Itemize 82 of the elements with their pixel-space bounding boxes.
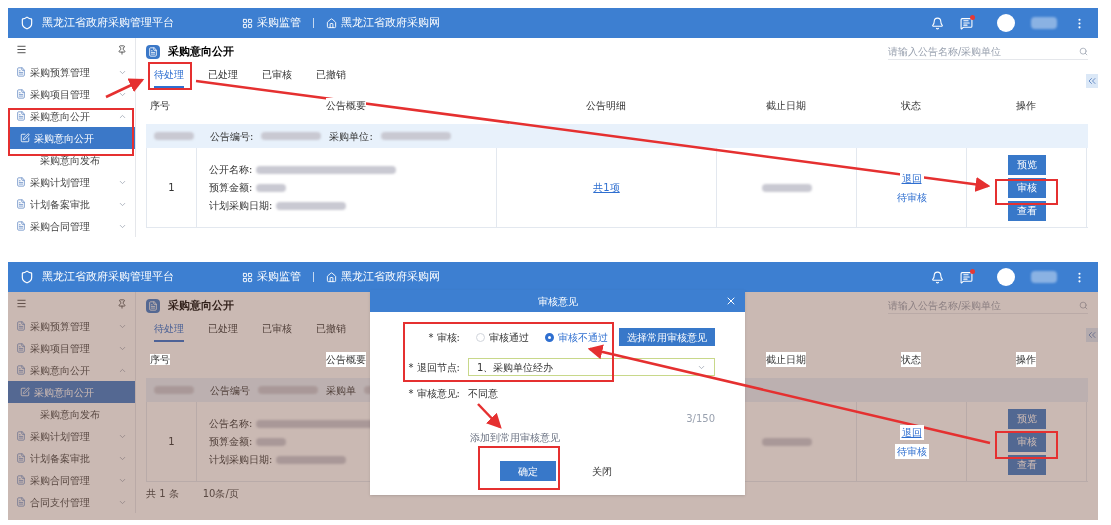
action-button[interactable]: 预览 [1007,408,1046,429]
row-number: 1 [168,181,175,195]
sidebar-item[interactable]: 采购合同管理 [8,215,135,237]
close-button[interactable]: 关闭 [587,461,616,481]
action-button[interactable]: 审核 [1007,431,1046,452]
sidebar-item[interactable]: 采购计划管理 [8,425,135,447]
field-label: * 审核意见: [407,387,460,401]
sidebar-item[interactable]: 采购项目管理 [8,83,135,105]
status-text: 待审核 [894,189,929,205]
column-header: 截止日期 [766,351,806,367]
tab[interactable]: 待处理 [154,67,184,88]
nav-link[interactable]: 黑龙江省政府采购网 [341,268,440,286]
app-title: 黑龙江省政府采购管理平台 [42,268,175,285]
radio-option[interactable]: 审核不通过 [545,329,608,345]
sidebar-item[interactable]: 采购意向公开 [8,359,135,381]
group-label: 采购单位: [329,129,373,144]
field-label: 计划采购日期: [209,199,273,213]
common-opinion-button[interactable]: 选择常用审核意见 [619,328,715,346]
column-header: 状态 [901,351,921,367]
column-header: 序号 [150,99,170,111]
group-label: 公告编号 [210,383,250,398]
char-counter: 3/150 [686,412,715,426]
status-text: 退回 [899,424,924,440]
sidebar-subitem[interactable]: 采购意向公开 [8,127,135,149]
column-header: 序号 [150,353,170,365]
sidebar-item[interactable]: 采购预算管理 [8,315,135,337]
field-label: * 审核: [427,330,460,345]
action-button[interactable]: 查看 [1007,454,1046,475]
field-label: 公开名称: [209,163,253,177]
opinion-textarea[interactable]: 不同意 3/150 [468,386,715,426]
sidebar-item[interactable]: 采购计划管理 [8,171,135,193]
tab[interactable]: 已撤销 [316,321,346,342]
group-label: 公告编号: [210,129,254,144]
status-text: 待审核 [894,443,929,459]
sidebar-item[interactable]: 采购合同管理 [8,469,135,491]
sidebar-item[interactable]: 采购意向公开 [8,105,135,127]
sidebar-item[interactable]: 计划备案审批 [8,193,135,215]
app-title: 黑龙江省政府采购管理平台 [42,14,175,31]
tab[interactable]: 待处理 [154,321,184,342]
dialog-title: 审核意见 [537,294,578,309]
action-button[interactable]: 查看 [1007,200,1046,221]
sidebar-item[interactable]: 合同支付管理 [8,491,135,513]
nav-link[interactable]: 黑龙江省政府采购网 [341,14,440,32]
sidebar-subitem[interactable]: 采购意向发布 [8,149,135,171]
select-field[interactable]: 1、采购单位经办 [468,358,715,376]
page-title: 采购意向公开 [168,43,234,60]
field-label: 预算金额: [209,435,253,449]
nav-link[interactable]: 采购监管 [257,268,301,286]
field-label: 计划采购日期: [209,453,273,467]
column-header: 状态 [901,97,921,113]
detail-link[interactable]: 共1项 [593,180,620,195]
column-header: 操作 [1016,351,1036,367]
action-button[interactable]: 预览 [1007,154,1046,175]
tab[interactable]: 已处理 [208,321,238,342]
field-label: * 退回节点: [407,360,460,375]
field-label: 预算金额: [209,181,253,195]
group-label: 采购单 [326,383,356,398]
status-text: 退回 [899,170,924,186]
sidebar-item[interactable]: 采购项目管理 [8,337,135,359]
pagination-total: 共 1 条 [146,487,179,501]
column-header: 公告概要 [326,351,366,367]
search-field[interactable]: 请输入公告名称/采购单位 [888,44,1088,60]
radio-option[interactable]: 审核通过 [476,329,529,345]
sidebar-item[interactable]: 计划备案审批 [8,447,135,469]
tab[interactable]: 已撤销 [316,67,346,88]
tab[interactable]: 已审核 [262,321,292,342]
field-label: 公告名称: [209,417,253,431]
column-header: 公告明细 [586,97,626,113]
page-title: 采购意向公开 [168,297,234,314]
column-header: 截止日期 [766,97,806,113]
add-opinion-link[interactable]: 添加到常用审核意见 [470,432,560,443]
row-number: 1 [168,435,175,449]
page-size-select[interactable]: 10条/页 [202,486,239,501]
column-header: 公告概要 [326,97,366,113]
sidebar-subitem[interactable]: 采购意向发布 [8,403,135,425]
tab[interactable]: 已处理 [208,67,238,88]
confirm-button[interactable]: 确定 [499,461,556,481]
sidebar-item[interactable]: 采购预算管理 [8,61,135,83]
tab[interactable]: 已审核 [262,67,292,88]
action-button[interactable]: 审核 [1007,177,1046,198]
sidebar-subitem[interactable]: 采购意向公开 [8,381,135,403]
nav-link[interactable]: 采购监管 [257,14,301,32]
